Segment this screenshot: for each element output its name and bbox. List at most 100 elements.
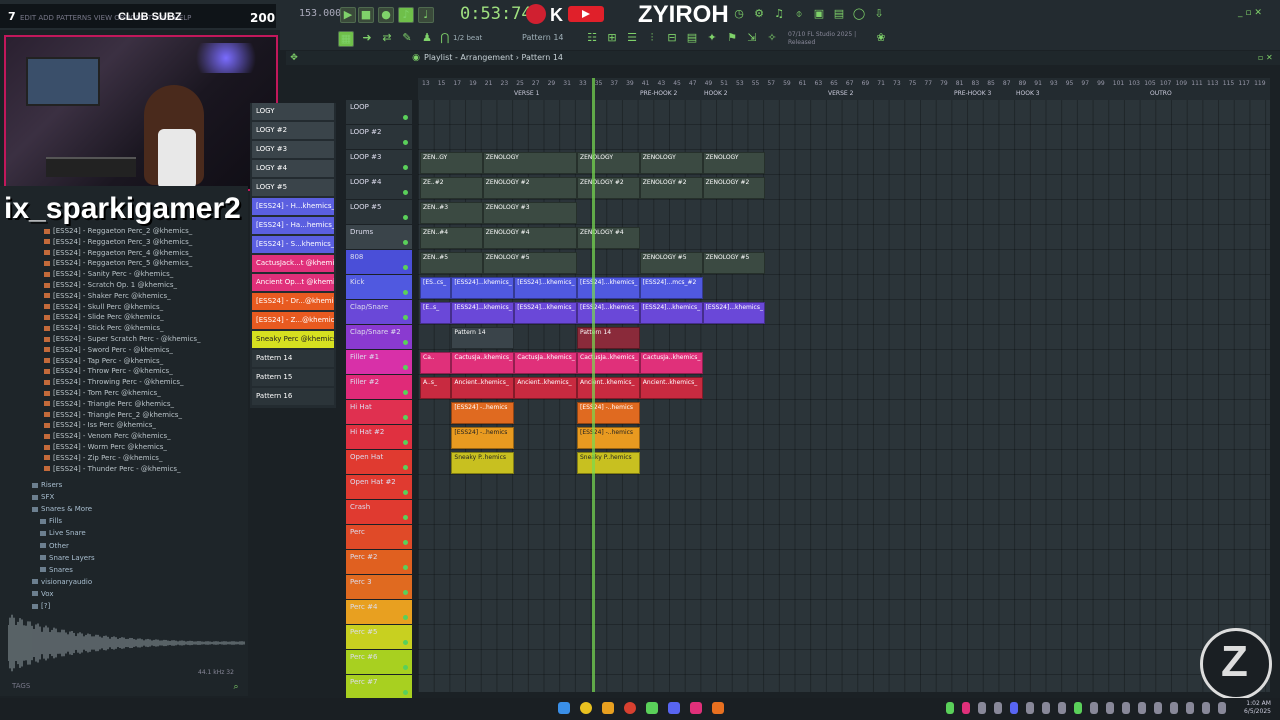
record-button[interactable]: ● <box>378 7 394 23</box>
browser-sample-item[interactable]: [ESS24] - Stick Perc @khemics_ <box>44 324 164 332</box>
browser-sample-item[interactable]: [ESS24] - Sanity Perc - @khemics_ <box>44 270 173 278</box>
browser-folder[interactable]: Live Snare <box>40 529 86 537</box>
section-marker[interactable]: PRE-HOOK 3 <box>954 90 991 97</box>
pencil-icon[interactable]: ✎ <box>400 31 414 45</box>
playlist-clip[interactable]: CactusJa..khemics_ <box>639 352 703 374</box>
files-icon[interactable] <box>602 702 614 714</box>
playlist-clip[interactable]: ZEN..#5 <box>420 252 483 274</box>
pattern-mode-icon[interactable]: ▦ <box>338 31 354 47</box>
browser-sample-item[interactable]: [ESS24] - Tap Perc - @khemics_ <box>44 357 163 365</box>
track-header[interactable]: LOOP #3 <box>346 150 412 174</box>
browser-folder[interactable]: Snares <box>40 566 73 574</box>
playlist-clip[interactable]: ZENOLOGY #2 <box>577 177 640 199</box>
browser-sample-item[interactable]: [ESS24] - Thunder Perc - @khemics_ <box>44 465 180 473</box>
track-header[interactable]: Perc #5 <box>346 625 412 649</box>
playlist-breadcrumb[interactable]: Playlist - Arrangement › Pattern 14 <box>424 53 563 62</box>
playhead[interactable] <box>592 78 595 692</box>
track-header[interactable]: LOOP #5 <box>346 200 412 224</box>
playlist-clip[interactable]: [ESS24]...khemics_ <box>514 302 577 324</box>
pattern-picker-item[interactable]: CactusJack...t @khemics <box>252 255 334 272</box>
track-mute-led[interactable] <box>403 315 408 320</box>
browser-folder[interactable]: Other <box>40 542 69 550</box>
mic-icon[interactable]: ⌽ <box>792 7 806 21</box>
track-header[interactable]: Drums <box>346 225 412 249</box>
playlist-clip[interactable]: Ancient..khemics_ <box>639 377 703 399</box>
track-mute-led[interactable] <box>403 190 408 195</box>
tray-cloud-icon[interactable] <box>1026 702 1034 714</box>
playlist-clip[interactable]: ZEN..#3 <box>420 202 483 224</box>
browser-sample-item[interactable]: [ESS24] - Skull Perc @khemics_ <box>44 303 163 311</box>
track-mute-led[interactable] <box>403 165 408 170</box>
tray-lang-icon[interactable] <box>1186 702 1194 714</box>
playlist-clip[interactable]: ZENOLOGY #4 <box>482 227 577 249</box>
discord-icon[interactable] <box>668 702 680 714</box>
browser-sample-item[interactable]: [ESS24] - Triangle Perc @khemics_ <box>44 400 174 408</box>
tray-notify-icon[interactable] <box>1170 702 1178 714</box>
system-clock[interactable]: 1:02 AM 6/5/2025 <box>1244 700 1271 716</box>
browser-folder[interactable]: [?] <box>32 602 50 610</box>
playlist-clip[interactable]: ZENOLOGY #3 <box>482 202 577 224</box>
pattern-picker-item[interactable]: [ESS24] - Dr...@khemics <box>252 293 334 310</box>
track-mute-led[interactable] <box>403 565 408 570</box>
tray-shield-icon[interactable] <box>1074 702 1082 714</box>
export-icon[interactable]: ▤ <box>832 7 846 21</box>
tray-app-icon[interactable] <box>962 702 970 714</box>
fl-logo-icon[interactable]: ❀ <box>874 31 888 45</box>
flag-icon[interactable]: ⚑ <box>725 31 739 45</box>
playlist-clip[interactable]: ZE..#2 <box>420 177 483 199</box>
pattern-picker-item[interactable]: LOGY #4 <box>252 160 334 177</box>
track-mute-led[interactable] <box>403 265 408 270</box>
playlist-clip[interactable]: [ESS24] -..hemics <box>577 402 640 424</box>
track-header[interactable]: LOOP #2 <box>346 125 412 149</box>
piano-roll-icon[interactable]: ⊞ <box>605 31 619 45</box>
browser-sample-item[interactable]: [ESS24] - Reggaeton Perc_3 @khemics_ <box>44 238 192 246</box>
section-marker[interactable]: VERSE 2 <box>828 90 853 97</box>
browser-sample-item[interactable]: [ESS24] - Venom Perc @khemics_ <box>44 432 171 440</box>
timeline-ruler[interactable]: 13 15 17 19 21 23 25 27 29 31 33 35 37 39 41 43 45 47 49 51… <box>418 78 1270 100</box>
browser-folder[interactable]: SFX <box>32 493 54 501</box>
track-header[interactable]: Open Hat <box>346 450 412 474</box>
browser-sample-item[interactable]: [ESS24] - Reggaeton Perc_2 @khemics_ <box>44 227 192 235</box>
track-header[interactable]: Filler #1 <box>346 350 412 374</box>
section-marker[interactable]: OUTRO <box>1150 90 1172 97</box>
tray-bell-icon[interactable] <box>1218 702 1226 714</box>
track-header[interactable]: Filler #2 <box>346 375 412 399</box>
track-mute-led[interactable] <box>403 365 408 370</box>
snap-select[interactable]: 1/2 beat <box>453 34 482 42</box>
playlist-clip[interactable]: Pattern 14 <box>451 327 515 349</box>
track-mute-led[interactable] <box>403 415 408 420</box>
playlist-clip[interactable]: ZENOLOGY #5 <box>482 252 577 274</box>
pattern-picker-item[interactable]: Sneaky Perc @khemics_ <box>252 331 334 348</box>
browser-sample-item[interactable]: [ESS24] - Throw Perc - @khemics_ <box>44 367 173 375</box>
pattern-picker-item[interactable]: Pattern 16 <box>252 388 334 405</box>
fl-studio-icon[interactable] <box>646 702 658 714</box>
playlist-clip[interactable]: [ESS24]...khemics_ <box>639 302 703 324</box>
sync-icon[interactable]: ⇲ <box>745 31 759 45</box>
browser-folder[interactable]: visionaryaudio <box>32 578 92 586</box>
track-header[interactable]: Hi Hat <box>346 400 412 424</box>
browser-folder[interactable]: Snares & More <box>32 505 92 513</box>
browser-folder[interactable]: Snare Layers <box>40 554 95 562</box>
track-header[interactable]: Clap/Snare #2 <box>346 325 412 349</box>
playlist-clip[interactable]: A..s_ <box>420 377 452 399</box>
track-mute-led[interactable] <box>403 115 408 120</box>
step-icon[interactable]: ➜ <box>360 31 374 45</box>
browser-sample-item[interactable]: [ESS24] - Slide Perc @khemics_ <box>44 313 164 321</box>
stop-button[interactable]: ■ <box>358 7 374 23</box>
playlist-clip[interactable]: Ancient..khemics_ <box>514 377 577 399</box>
browser-sample-item[interactable]: [ESS24] - Zip Perc - @khemics_ <box>44 454 162 462</box>
paint-icon[interactable]: ♟ <box>420 31 434 45</box>
pattern-picker-item[interactable]: Pattern 14 <box>252 350 334 367</box>
track-header[interactable]: Perc 3 <box>346 575 412 599</box>
pattern-picker-item[interactable]: [ESS24] - Ha...hemics_#2 <box>252 217 334 234</box>
playlist-clip[interactable]: ZEN..GY <box>420 152 483 174</box>
slide-icon[interactable]: ⇄ <box>380 31 394 45</box>
track-header[interactable]: Perc <box>346 525 412 549</box>
playlist-clip[interactable]: ZENOLOGY #2 <box>702 177 766 199</box>
track-header[interactable]: LOOP <box>346 100 412 124</box>
browser-sample-item[interactable]: [ESS24] - Sword Perc - @khemics_ <box>44 346 173 354</box>
track-mute-led[interactable] <box>403 240 408 245</box>
start-icon[interactable] <box>558 702 570 714</box>
playlist-clip[interactable]: [ESS24]...mcs_#2 <box>639 277 703 299</box>
magnet-icon[interactable]: ⋂ <box>438 31 452 45</box>
